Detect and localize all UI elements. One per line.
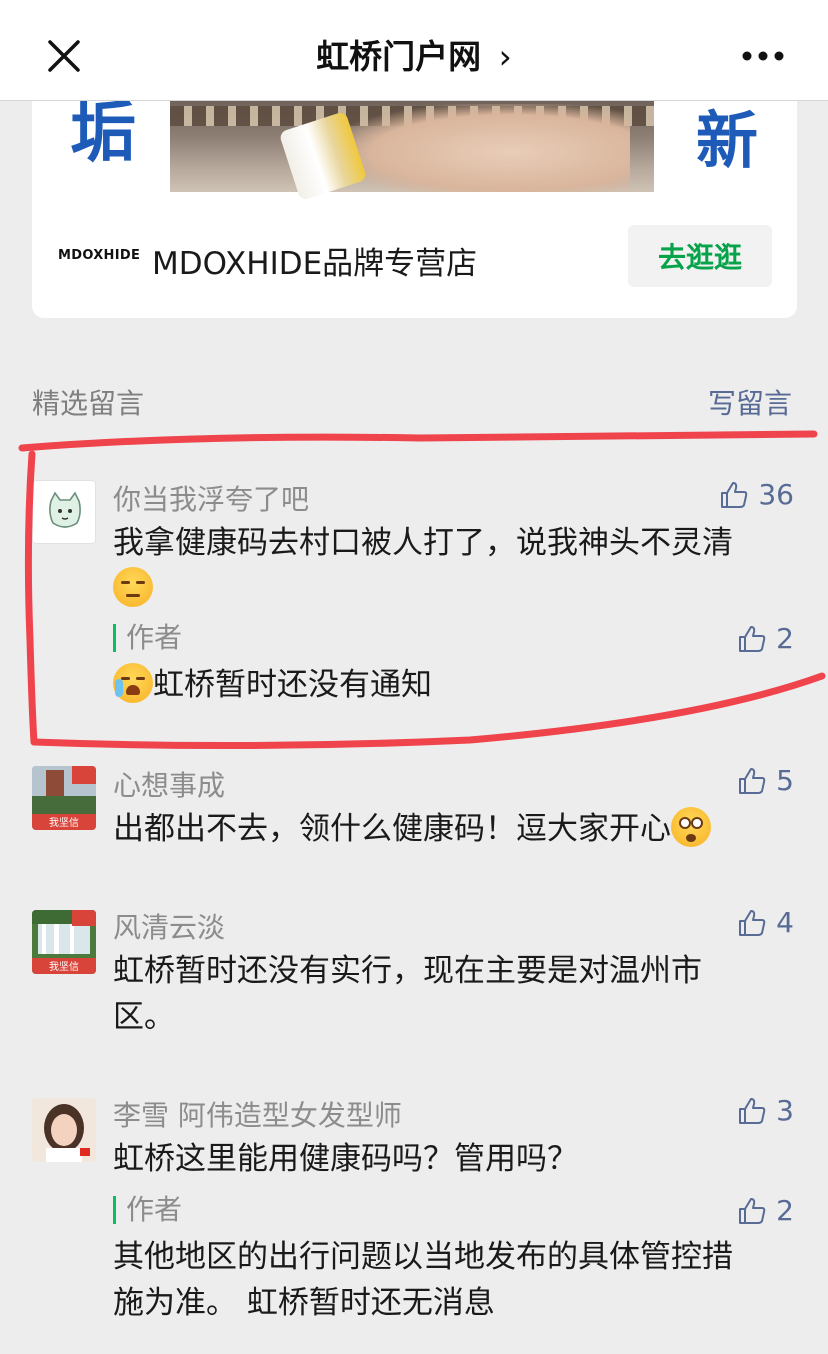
comment-text: 虹桥暂时还没有实行，现在主要是对温州市 区。 (113, 948, 793, 1040)
avatar-badge-text: 我坚信 (49, 961, 79, 973)
author-reply-label: 作者 (113, 624, 182, 652)
avatar[interactable] (32, 1098, 96, 1162)
author-reply-body: 虹桥暂时还没有通知 (153, 667, 432, 703)
thumbs-up-icon (739, 625, 766, 652)
like-button[interactable]: 5 (736, 764, 794, 797)
author-reply-text: 虹桥暂时还没有通知 (113, 662, 793, 708)
comment-nickname: 你当我浮夸了吧 (113, 483, 310, 516)
write-comment-link[interactable]: 写留言 (708, 382, 792, 422)
avatar[interactable] (32, 480, 96, 544)
comment-nickname: 心想事成 (113, 769, 226, 802)
like-count: 36 (758, 478, 794, 511)
dizzy-emoji-icon (671, 807, 711, 847)
thumbs-up-icon (739, 909, 766, 936)
nav-bar: 虹桥门户网 › (0, 0, 828, 101)
thumbs-up-icon (739, 1197, 766, 1224)
more-icon[interactable] (738, 38, 788, 74)
avatar-badge-text: 我坚信 (49, 817, 79, 829)
comment-body: 出都出不去，领什么健康码！逗大家开心 (113, 811, 671, 847)
crying-emoji-icon (113, 663, 153, 703)
chevron-right-icon: › (498, 37, 512, 76)
thumbs-up-icon (721, 481, 748, 508)
thumbs-up-icon (739, 1097, 766, 1124)
like-count: 2 (776, 622, 794, 655)
ad-banner-image[interactable]: 垢 新 (32, 100, 797, 232)
like-count: 5 (776, 764, 794, 797)
comment-text: 出都出不去，领什么健康码！逗大家开心 (113, 806, 793, 852)
author-reply-line1: 其他地区的出行问题以当地发布的具体管控措 (113, 1239, 733, 1275)
like-count: 3 (776, 1094, 794, 1127)
thumbs-up-icon (739, 767, 766, 794)
comment-body: 我拿健康码去村口被人打了，说我神头不灵清 (113, 525, 733, 561)
hand-graphic (330, 104, 630, 192)
portrait-avatar-icon (32, 1098, 96, 1162)
comment-body: 虹桥这里能用健康码吗？管用吗？ (113, 1141, 578, 1177)
avatar[interactable]: 我坚信 (32, 910, 96, 974)
featured-comments-title: 精选留言 (32, 387, 145, 420)
like-button[interactable]: 2 (736, 622, 794, 655)
like-button[interactable]: 3 (736, 1094, 794, 1127)
comment-text: 虹桥这里能用健康码吗？管用吗？ (113, 1136, 793, 1182)
comment-nickname: 风清云淡 (113, 911, 226, 944)
comment-nickname: 李雪 阿伟造型女发型师 (113, 1099, 402, 1132)
waterfall-avatar-icon: 我坚信 (32, 910, 96, 974)
like-count: 4 (776, 906, 794, 939)
like-count: 2 (776, 1194, 794, 1227)
brand-logo: MDOXHIDE (58, 248, 141, 263)
like-button[interactable]: 36 (718, 478, 794, 511)
unamused-emoji-icon (113, 567, 153, 607)
brand-name: MDOXHIDE品牌专营店 (152, 246, 478, 282)
nav-title[interactable]: 虹桥门户网 › (0, 30, 828, 78)
avatar[interactable]: 我坚信 (32, 766, 96, 830)
author-reply-line2: 施为准。 虹桥暂时还无消息 (113, 1285, 495, 1321)
comment-body-line2: 区。 (113, 999, 175, 1035)
like-button[interactable]: 4 (736, 906, 794, 939)
visit-store-button[interactable]: 去逛逛 (628, 225, 772, 287)
building-avatar-icon: 我坚信 (32, 766, 96, 830)
cat-avatar-icon (33, 481, 95, 543)
account-name: 虹桥门户网 (316, 37, 482, 76)
author-reply-label: 作者 (113, 1196, 182, 1224)
comment-text: 我拿健康码去村口被人打了，说我神头不灵清 (113, 520, 793, 612)
ad-banner-text-left: 垢 (70, 100, 136, 171)
comment-body-line1: 虹桥暂时还没有实行，现在主要是对温州市 (113, 953, 702, 989)
ad-banner-text-right: 新 (696, 104, 759, 177)
author-reply-text: 其他地区的出行问题以当地发布的具体管控措 施为准。 虹桥暂时还无消息 (113, 1234, 793, 1326)
like-button[interactable]: 2 (736, 1194, 794, 1227)
ad-product-photo (170, 100, 654, 202)
